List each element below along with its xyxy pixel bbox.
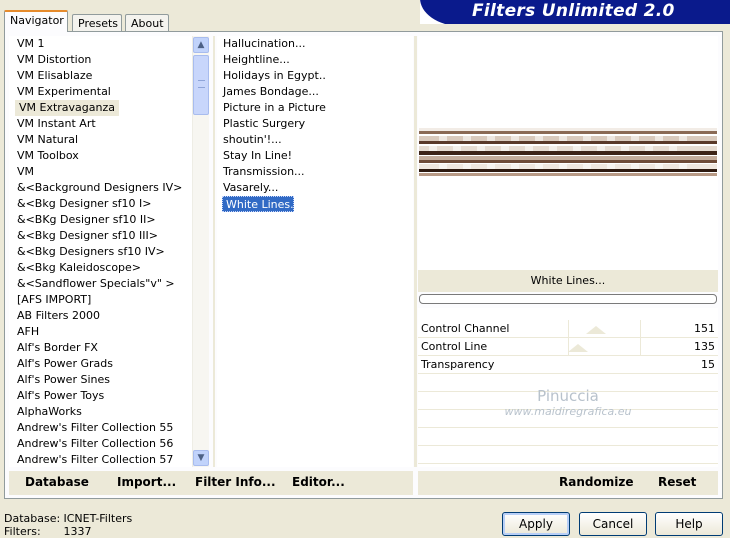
scroll-thumb[interactable]: [193, 55, 209, 115]
database-button[interactable]: Database: [25, 475, 89, 489]
category-list[interactable]: VM 1 VM Distortion VM Elisablaze VM Experim…: [9, 36, 192, 467]
param-value: 135: [694, 340, 715, 353]
filter-item[interactable]: White Lines...: [222, 196, 301, 212]
watermark-name: Pinuccia: [537, 387, 599, 405]
category-item[interactable]: Andrew's Filter Collection 55: [9, 420, 192, 436]
tab-about[interactable]: About: [125, 14, 169, 32]
category-item[interactable]: &<Bkg Designer sf10 I>: [9, 196, 192, 212]
category-item[interactable]: AFH: [9, 324, 192, 340]
filter-item[interactable]: Plastic Surgery: [217, 116, 413, 132]
category-item[interactable]: VM Extravaganza: [15, 100, 120, 116]
filter-item[interactable]: Stay In Line!: [217, 148, 413, 164]
category-item[interactable]: Alf's Border FX: [9, 340, 192, 356]
category-item[interactable]: &<Bkg Designer sf10 III>: [9, 228, 192, 244]
selected-filter-title: White Lines...: [418, 270, 718, 292]
toolbar-right: Randomize Reset: [418, 471, 718, 495]
param-row-control-channel[interactable]: Control Channel 151: [418, 320, 718, 338]
category-item[interactable]: AlphaWorks: [9, 404, 192, 420]
preview-image: [419, 128, 717, 176]
scroll-up-icon[interactable]: ▲: [193, 37, 209, 53]
param-row-control-line[interactable]: Control Line 135: [418, 338, 718, 356]
toolbar-left: Database Import... Filter Info... Editor…: [9, 471, 413, 495]
watermark: Pinuccia www.maidiregrafica.eu: [418, 387, 718, 418]
status-filters-label: Filters:: [4, 525, 41, 538]
param-label: Transparency: [421, 358, 495, 371]
reset-button[interactable]: Reset: [658, 475, 696, 489]
filter-list[interactable]: Hallucination... Heightline... Holidays in…: [217, 36, 413, 467]
category-item[interactable]: VM Experimental: [9, 84, 192, 100]
category-item[interactable]: VM Natural: [9, 132, 192, 148]
category-item[interactable]: &<Sandflower Specials"v" >: [9, 276, 192, 292]
banner-title: Filters Unlimited 2.0: [472, 1, 675, 21]
category-item[interactable]: &<Bkg Kaleidoscope>: [9, 260, 192, 276]
status-database-label: Database:: [4, 512, 61, 525]
category-item[interactable]: Andrew's Filter Collection 57: [9, 452, 192, 467]
slider-track: [568, 320, 569, 338]
filter-item[interactable]: Holidays in Egypt..: [217, 68, 413, 84]
param-label: Control Line: [421, 340, 488, 353]
category-item[interactable]: Andrew's Filter Collection 56: [9, 436, 192, 452]
category-item[interactable]: AB Filters 2000: [9, 308, 192, 324]
slider-thumb-icon[interactable]: [586, 326, 606, 334]
tab-presets[interactable]: Presets: [72, 14, 122, 32]
category-item[interactable]: &<Bkg Designers sf10 IV>: [9, 244, 192, 260]
divider: [414, 36, 417, 467]
help-button[interactable]: Help: [655, 512, 723, 536]
slider-track: [640, 320, 641, 338]
category-item[interactable]: &<Background Designers IV>: [9, 180, 192, 196]
category-item[interactable]: [AFS IMPORT]: [9, 292, 192, 308]
category-scrollbar[interactable]: ▲ ▼: [192, 36, 209, 467]
app-banner: Filters Unlimited 2.0: [420, 0, 730, 24]
preview-area: [418, 36, 718, 270]
filter-item[interactable]: Picture in a Picture: [217, 100, 413, 116]
progress-bar: [419, 294, 717, 304]
filter-item[interactable]: shoutin'!...: [217, 132, 413, 148]
param-row-empty: [418, 428, 718, 446]
slider-track: [640, 338, 641, 356]
status-filters-value: 1337: [63, 525, 92, 538]
param-value: 15: [701, 358, 715, 371]
category-item[interactable]: VM Distortion: [9, 52, 192, 68]
filter-item[interactable]: Hallucination...: [217, 36, 413, 52]
filter-item[interactable]: Transmission...: [217, 164, 413, 180]
category-item[interactable]: &<BKg Designer sf10 II>: [9, 212, 192, 228]
param-row-empty: [418, 446, 718, 464]
category-item[interactable]: Alf's Power Sines: [9, 372, 192, 388]
status-database-value: ICNET-Filters: [63, 512, 133, 525]
main-panel: VM 1 VM Distortion VM Elisablaze VM Experim…: [4, 31, 723, 499]
category-item[interactable]: VM Elisablaze: [9, 68, 192, 84]
watermark-url: www.maidiregrafica.eu: [504, 405, 632, 418]
editor-button[interactable]: Editor...: [292, 475, 345, 489]
slider-thumb-icon[interactable]: [568, 344, 588, 352]
randomize-button[interactable]: Randomize: [559, 475, 633, 489]
import-button[interactable]: Import...: [117, 475, 176, 489]
scroll-down-icon[interactable]: ▼: [193, 450, 209, 466]
apply-button[interactable]: Apply: [502, 512, 570, 536]
cancel-button[interactable]: Cancel: [579, 512, 647, 536]
category-item[interactable]: VM Instant Art: [9, 116, 192, 132]
param-row-transparency[interactable]: Transparency 15: [418, 356, 718, 374]
category-item[interactable]: VM 1: [9, 36, 192, 52]
grip-icon: [198, 80, 205, 88]
filter-item[interactable]: James Bondage...: [217, 84, 413, 100]
tab-navigator[interactable]: Navigator: [4, 10, 68, 32]
filter-item[interactable]: Vasarely...: [217, 180, 413, 196]
filter-item[interactable]: Heightline...: [217, 52, 413, 68]
category-item[interactable]: VM: [9, 164, 192, 180]
filter-info-button[interactable]: Filter Info...: [195, 475, 276, 489]
status-area: Database: ICNET-Filters Filters: 1337: [4, 512, 132, 538]
category-item[interactable]: Alf's Power Toys: [9, 388, 192, 404]
divider: [213, 36, 215, 467]
category-item[interactable]: VM Toolbox: [9, 148, 192, 164]
param-label: Control Channel: [421, 322, 510, 335]
param-value: 151: [694, 322, 715, 335]
category-item[interactable]: Alf's Power Grads: [9, 356, 192, 372]
